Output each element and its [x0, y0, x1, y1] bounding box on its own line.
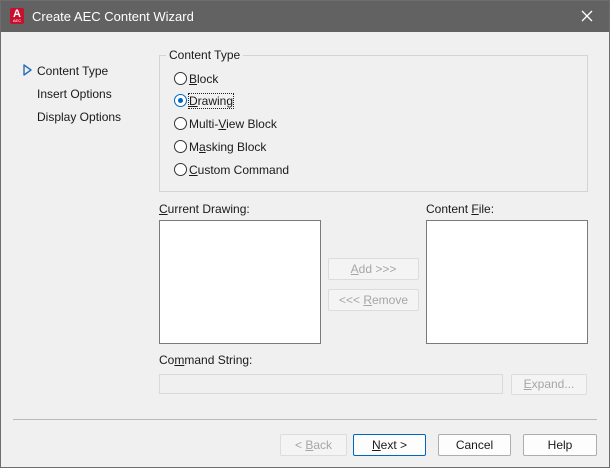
remove-button[interactable]: <<< Remove [328, 289, 419, 311]
cancel-button[interactable]: Cancel [438, 434, 511, 456]
radio-indicator[interactable] [174, 140, 187, 153]
content-type-group: Content Type Block Drawing Multi-View Bl… [159, 48, 588, 192]
wizard-window: A AEC Create AEC Content Wizard Content … [0, 0, 610, 468]
content-file-list[interactable] [426, 220, 588, 344]
nav-step-content-type: Content Type [23, 63, 153, 86]
title-bar[interactable]: A AEC Create AEC Content Wizard [1, 1, 609, 32]
expand-button[interactable]: Expand... [511, 374, 587, 395]
footer-divider [13, 419, 597, 420]
nav-step-label: Content Type [37, 64, 109, 78]
next-button[interactable]: Next > [353, 434, 426, 456]
nav-step-label: Display Options [37, 110, 122, 124]
window-title: Create AEC Content Wizard [32, 9, 194, 24]
close-icon[interactable] [579, 8, 595, 24]
autocad-app-icon: A AEC [10, 8, 24, 24]
radio-indicator[interactable] [174, 94, 187, 107]
wizard-steps-nav: Content Type Insert Options Display Opti… [23, 63, 153, 132]
radio-label: Multi-View Block [189, 117, 277, 131]
current-step-arrow-icon [23, 64, 32, 76]
radio-label: Block [189, 72, 219, 86]
nav-step-insert-options: Insert Options [23, 86, 153, 109]
radio-label: Masking Block [189, 140, 267, 154]
radio-label: Drawing [187, 93, 235, 109]
nav-step-display-options: Display Options [23, 109, 153, 132]
radio-indicator[interactable] [174, 163, 187, 176]
radio-indicator[interactable] [174, 72, 187, 85]
radio-indicator[interactable] [174, 117, 187, 130]
current-drawing-label: Current Drawing: [159, 202, 250, 216]
nav-step-label: Insert Options [37, 87, 112, 101]
command-string-input[interactable] [159, 374, 503, 394]
content-file-label: Content File: [426, 202, 495, 216]
back-button[interactable]: < Back [280, 434, 347, 456]
help-button[interactable]: Help [523, 434, 597, 456]
radio-label: Custom Command [189, 163, 290, 177]
add-button[interactable]: Add >>> [328, 258, 419, 280]
current-drawing-list[interactable] [159, 220, 321, 344]
command-string-label: Command String: [159, 353, 253, 367]
app-icon-sublabel: AEC [12, 18, 22, 23]
group-label: Content Type [166, 48, 244, 62]
